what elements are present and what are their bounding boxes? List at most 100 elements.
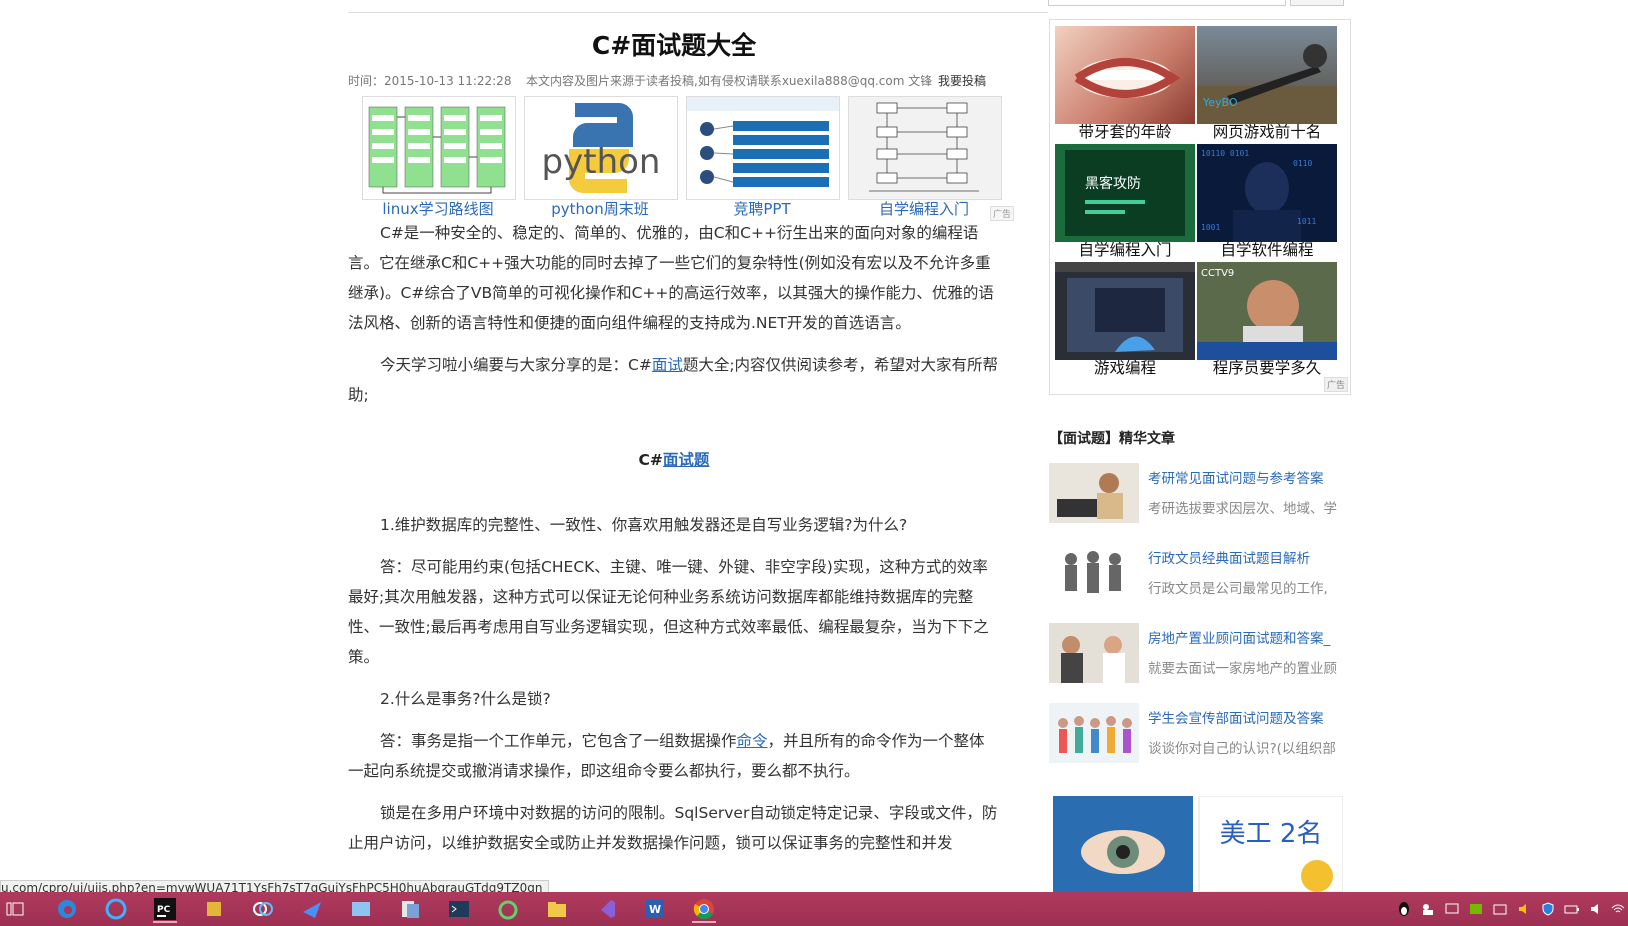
settings-app-icon[interactable] bbox=[349, 897, 373, 921]
article-link[interactable]: 学生会宣传部面试问题及答案 bbox=[1148, 707, 1324, 727]
overlay-text: 黑客攻防 bbox=[1085, 175, 1141, 192]
python-logo[interactable]: python bbox=[524, 96, 678, 200]
battery-icon[interactable] bbox=[1564, 901, 1580, 917]
related-article[interactable]: 考研常见面试问题与参考答案 考研选拔要求因层次、地域、学 bbox=[1049, 463, 1349, 525]
text-fragment: 答：事务是指一个工作单元，它包含了一组数据操作 bbox=[380, 732, 737, 750]
taskbar: PC W bbox=[0, 892, 1628, 926]
hacker-book-image[interactable]: 黑客攻防 bbox=[1055, 144, 1195, 242]
edge-icon[interactable] bbox=[55, 897, 79, 921]
sidebar-ad-caption[interactable]: 游戏编程 bbox=[1055, 356, 1195, 378]
bottom-sidebar-ad[interactable]: 美工 2名 bbox=[1053, 796, 1343, 892]
svg-text:PC: PC bbox=[157, 905, 171, 915]
article-thumbnail[interactable] bbox=[1049, 623, 1139, 683]
article-link[interactable]: 房地产置业顾问面试题和答案_ bbox=[1148, 627, 1330, 647]
sidebar-ad-caption[interactable]: 自学编程入门 bbox=[1055, 238, 1195, 260]
volume-icon[interactable] bbox=[1516, 901, 1532, 917]
ppt-thumbnail[interactable] bbox=[686, 96, 840, 200]
article-desc: 就要去面试一家房地产的置业顾 bbox=[1148, 661, 1337, 677]
lock-paragraph: 锁是在多用户环境中对数据的访问的限制。SqlServer自动锁定特定记录、字段或… bbox=[348, 804, 998, 852]
qq-icon[interactable] bbox=[1396, 901, 1412, 917]
search-button[interactable] bbox=[1290, 0, 1344, 6]
ad-caption[interactable]: linux学习路线图 bbox=[362, 198, 514, 219]
teeth-image[interactable] bbox=[1055, 26, 1195, 124]
related-article[interactable]: 房地产置业顾问面试题和答案_ 就要去面试一家房地产的置业顾 bbox=[1049, 623, 1349, 685]
overlay-text: CCTV9 bbox=[1201, 268, 1234, 279]
ad-marker[interactable]: 广告 bbox=[989, 206, 1014, 221]
answer-2: 答：事务是指一个工作单元，它包含了一组数据操作命令，并且所有的命令作为一个整体一… bbox=[348, 726, 1000, 786]
article-meta: 时间：2015-10-13 11:22:28 本文内容及图片来源于读者投稿,如有… bbox=[348, 68, 1000, 92]
question-2: 2.什么是事务?什么是锁? bbox=[380, 690, 551, 708]
game-editor-image[interactable] bbox=[1055, 262, 1195, 360]
people-icon[interactable] bbox=[1420, 901, 1436, 917]
question-1: 1.维护数据库的完整性、一致性、你喜欢用触发器还是自写业务逻辑?为什么? bbox=[380, 516, 908, 534]
ad-caption[interactable]: python周末班 bbox=[524, 198, 676, 219]
intro-paragraph: C#是一种安全的、稳定的、简单的、优雅的，由C和C++衍生出来的面向对象的编程语… bbox=[348, 224, 994, 332]
article: C#面试题大全 时间：2015-10-13 11:22:28 本文内容及图片来源… bbox=[348, 24, 1014, 870]
submit-link[interactable]: 我要投稿 bbox=[938, 72, 986, 89]
job-ad-text: 美工 2名 bbox=[1220, 819, 1323, 849]
ad-caption[interactable]: 竞聘PPT bbox=[686, 198, 838, 219]
interview-link[interactable]: 面试 bbox=[652, 356, 683, 374]
article-thumbnail[interactable] bbox=[1049, 543, 1139, 603]
sidebar-ad-caption[interactable]: 带牙套的年龄 bbox=[1055, 120, 1195, 142]
ad-caption[interactable]: 自学编程入门 bbox=[848, 198, 1000, 219]
svg-text:1001: 1001 bbox=[1201, 223, 1220, 232]
shield-icon[interactable] bbox=[1540, 901, 1556, 917]
wifi-icon[interactable] bbox=[1610, 901, 1626, 917]
task-view-icon[interactable] bbox=[4, 897, 28, 921]
terminal-icon[interactable] bbox=[447, 897, 471, 921]
chrome-icon[interactable] bbox=[692, 897, 716, 923]
folder-icon[interactable] bbox=[545, 897, 569, 921]
speaker-icon[interactable] bbox=[1588, 901, 1604, 917]
sidebar-ad-caption[interactable]: 网页游戏前十名 bbox=[1197, 120, 1337, 142]
frog-icon[interactable] bbox=[496, 897, 520, 921]
browser-icon[interactable] bbox=[104, 897, 128, 921]
article-thumbnail[interactable] bbox=[1049, 703, 1139, 763]
article-desc: 考研选拔要求因层次、地域、学 bbox=[1148, 501, 1337, 517]
nvidia-icon[interactable] bbox=[1468, 901, 1484, 917]
article-link[interactable]: 行政文员经典面试题目解析 bbox=[1148, 547, 1310, 567]
ad-row: linux学习路线图 python python周末班 竞聘PPT 自学编程入门… bbox=[348, 96, 1014, 221]
baidu-netdisk-icon[interactable] bbox=[251, 897, 275, 921]
sidebar-ad-caption[interactable]: 自学软件编程 bbox=[1197, 238, 1337, 260]
tools-icon[interactable] bbox=[202, 897, 226, 921]
publish-time: 时间：2015-10-13 11:22:28 bbox=[348, 74, 512, 88]
visual-studio-icon[interactable] bbox=[594, 897, 618, 921]
svg-text:1011: 1011 bbox=[1297, 217, 1316, 226]
related-article[interactable]: 行政文员经典面试题目解析 行政文员是公司最常见的工作, bbox=[1049, 543, 1349, 605]
source-note: 本文内容及图片来源于读者投稿,如有侵权请联系xuexila888@qq.com … bbox=[526, 74, 933, 88]
ad-marker[interactable]: 广告 bbox=[1323, 377, 1348, 392]
interview-questions-link[interactable]: 面试题 bbox=[663, 451, 710, 469]
feishu-icon[interactable] bbox=[300, 897, 324, 921]
article-desc: 谈谈你对自己的认识?(以组织部 bbox=[1148, 741, 1336, 757]
hacker-image[interactable]: 10110 0101 0110 1001 1011 bbox=[1197, 144, 1337, 242]
search-input[interactable] bbox=[1048, 0, 1286, 6]
game-image[interactable]: YeyBO bbox=[1197, 26, 1337, 124]
news-image[interactable]: CCTV9 bbox=[1197, 262, 1337, 360]
svg-text:YeyBO: YeyBO bbox=[1202, 96, 1238, 109]
share-paragraph: 今天学习啦小编要与大家分享的是：C#面试题大全;内容仅供阅读参考，希望对大家有所… bbox=[348, 350, 1000, 410]
heading-prefix: C# bbox=[638, 451, 663, 469]
sidebar-ad-caption[interactable]: 程序员要学多久 bbox=[1197, 356, 1337, 378]
top-divider bbox=[348, 12, 1048, 13]
section-title: 【面试题】精华文章 bbox=[1049, 431, 1175, 447]
section-heading: C#面试题 bbox=[348, 448, 1000, 470]
diagram-thumbnail[interactable] bbox=[848, 96, 1002, 200]
svg-text:W: W bbox=[649, 903, 661, 916]
article-link[interactable]: 考研常见面试问题与参考答案 bbox=[1148, 467, 1324, 487]
article-desc: 行政文员是公司最常见的工作, bbox=[1148, 581, 1328, 597]
pycharm-icon[interactable]: PC bbox=[153, 897, 177, 923]
article-title: C#面试题大全 bbox=[591, 31, 757, 60]
files-icon[interactable] bbox=[398, 897, 422, 921]
svg-text:python: python bbox=[542, 142, 661, 182]
sidebar-ad-box: 带牙套的年龄 YeyBO 网页游戏前十名 黑客攻防 自学编程入门 10110 0… bbox=[1049, 19, 1351, 395]
svg-text:10110 0101: 10110 0101 bbox=[1201, 149, 1249, 158]
flowchart-thumbnail[interactable] bbox=[362, 96, 516, 200]
related-article[interactable]: 学生会宣传部面试问题及答案 谈谈你对自己的认识?(以组织部 bbox=[1049, 703, 1349, 765]
word-icon[interactable]: W bbox=[643, 897, 667, 921]
article-thumbnail[interactable] bbox=[1049, 463, 1139, 523]
monitor-icon[interactable] bbox=[1444, 901, 1460, 917]
command-link[interactable]: 命令 bbox=[737, 732, 768, 750]
answer-1: 答：尽可能用约束(包括CHECK、主键、唯一键、外键、非空字段)实现，这种方式的… bbox=[348, 558, 989, 666]
keyboard-icon[interactable] bbox=[1492, 901, 1508, 917]
